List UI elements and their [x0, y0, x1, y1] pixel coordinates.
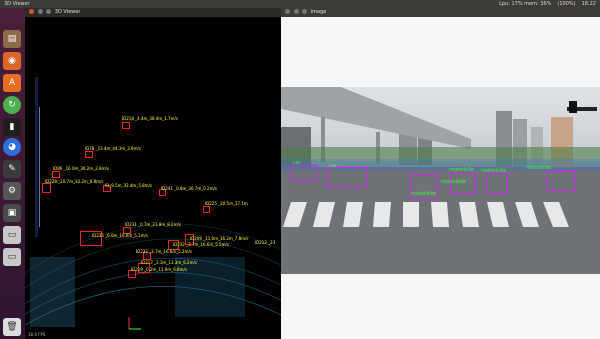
detection-label: motorbike	[411, 191, 437, 197]
terminal-icon[interactable]: ▮	[3, 118, 21, 136]
object-label: ID231 _0.7m_21.8m_8.2m/s	[125, 222, 181, 227]
object-label: ID228 _20.7m_33.2m_6.8m/s	[45, 179, 104, 184]
settings-icon[interactable]: ⚙	[3, 182, 21, 200]
object-box	[85, 151, 93, 158]
detection-label: motorbike	[481, 168, 507, 174]
detection-label: motorbike	[441, 179, 467, 185]
point-cluster	[39, 107, 40, 227]
cpu-mem-readout: Lpu: 17% mem: 36%	[499, 1, 552, 7]
3d-viewer-window: 3D Viewer ID218 _4.4m_38.4m_1.7m/s ID78 …	[25, 8, 281, 339]
object-label: ID241 _0.8m_30.7m_0.2m/s	[161, 186, 217, 191]
launcher: ▤ ◉ A ↻ ▮ ◕ ✎ ⚙ ▣ ▭ ▭ 🗑	[0, 8, 25, 339]
object-label: ID219 _0.2m_11.9m_6.8m/s	[131, 267, 187, 272]
object-box	[52, 171, 60, 178]
software-icon[interactable]: A	[3, 74, 21, 92]
app-icon[interactable]: ▣	[3, 204, 21, 222]
camera-image[interactable]: motorbike motorbike motorbike motorbike …	[281, 87, 600, 274]
clock[interactable]: 18:22	[582, 0, 596, 8]
point-cloud-view[interactable]	[25, 17, 281, 339]
object-label: ID_9.5m_32.4m_5.8m/s	[105, 183, 153, 188]
close-button[interactable]	[285, 9, 290, 14]
firefox-icon[interactable]: ◉	[3, 52, 21, 70]
viewer-title: 3D Viewer	[54, 9, 81, 15]
object-label: ID217 _2.3m_13.3m_6.2m/s	[141, 260, 197, 265]
object-box	[203, 206, 210, 213]
object-label: ID235 _6.0m_16.0m_5.1m/s	[92, 233, 148, 238]
detection-label: motorbike	[449, 167, 475, 173]
image-window: image motorbike motorbike motorbike moto…	[281, 8, 600, 339]
detection-box	[486, 173, 508, 193]
disk-icon[interactable]: ▭	[3, 226, 21, 244]
close-button[interactable]	[29, 9, 34, 14]
detection-label: car	[293, 160, 301, 166]
battery-readout: (100%)	[557, 1, 576, 7]
object-label: ID218 _4.4m_38.4m_1.7m/s	[122, 116, 178, 121]
fps-readout: 18.6 FPS	[28, 332, 46, 337]
object-label: ID209 _11.0m_16.2m_7.8m/s	[190, 236, 249, 241]
object-box	[122, 122, 130, 129]
point-cluster	[175, 257, 245, 317]
object-label: ID232 _3.7m_16.6m_5.5m/s	[173, 242, 229, 247]
detection-box	[326, 167, 368, 187]
update-icon[interactable]: ↻	[3, 96, 21, 114]
point-cluster	[30, 257, 75, 327]
maximize-button[interactable]	[302, 9, 308, 14]
minimize-button[interactable]	[293, 9, 299, 14]
editor-icon[interactable]: ✎	[3, 160, 21, 178]
chrome-icon[interactable]: ◕	[3, 138, 21, 156]
detection-box	[291, 165, 317, 181]
top-panel: 3D Viewer Lpu: 17% mem: 36% (100%) 18:22	[0, 0, 600, 8]
point-cluster	[35, 77, 38, 237]
system-status: Lpu: 17% mem: 36% (100%) 18:22	[499, 0, 596, 8]
object-label: ID225 _20.5m_27.1m	[205, 201, 248, 206]
maximize-button[interactable]	[46, 9, 52, 14]
files-icon[interactable]: ▤	[3, 30, 21, 48]
image-title: image	[310, 9, 327, 15]
object-label: ID86 _16.0m_36.2m_2.8m/s	[53, 166, 109, 171]
disk-icon-2[interactable]: ▭	[3, 248, 21, 266]
detection-label: motorbike	[526, 165, 552, 171]
image-titlebar: image	[281, 8, 600, 17]
trash-icon[interactable]: 🗑	[3, 318, 21, 336]
viewer-titlebar: 3D Viewer	[25, 8, 281, 17]
object-box	[42, 183, 51, 193]
object-label: ID232 _3.7m_16.6m_5.2m/s	[136, 249, 192, 254]
detection-label: car	[329, 163, 337, 169]
detection-box	[546, 171, 576, 191]
object-label: ID78 _13.4m_44.3m_2.9m/s	[85, 146, 141, 151]
object-label: ID212 _23	[255, 240, 276, 245]
traffic-light	[569, 101, 577, 113]
axes-gizmo	[128, 317, 141, 330]
top-panel-title: 3D Viewer	[4, 1, 30, 7]
minimize-button[interactable]	[37, 9, 43, 14]
